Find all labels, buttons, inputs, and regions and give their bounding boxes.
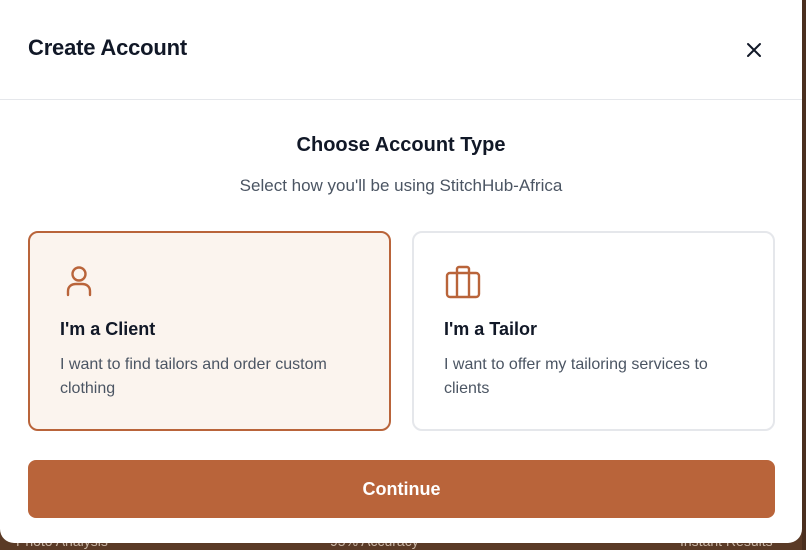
scrollbar-track xyxy=(802,0,806,550)
account-type-heading: Choose Account Type xyxy=(296,134,506,156)
client-option-card[interactable]: I'm a Client I want to find tailors and … xyxy=(28,231,391,431)
account-type-subheading: Select how you'll be using StitchHub-Afr… xyxy=(239,176,563,195)
continue-button[interactable]: Continue xyxy=(28,460,775,518)
briefcase-icon xyxy=(445,265,481,299)
user-icon xyxy=(66,266,92,297)
client-option-description: I want to find tailors and order custom … xyxy=(60,356,327,397)
close-button[interactable] xyxy=(740,36,768,64)
tailor-option-title: I'm a Tailor xyxy=(444,319,537,339)
modal-title: Create Account xyxy=(28,35,187,60)
tailor-option-card[interactable]: I'm a Tailor I want to offer my tailorin… xyxy=(412,231,775,431)
tailor-option-description: I want to offer my tailoring services to… xyxy=(444,356,708,397)
modal-header: Create Account xyxy=(0,0,802,100)
client-option-title: I'm a Client xyxy=(60,319,156,339)
close-icon xyxy=(747,43,761,57)
create-account-modal: Create Account Choose Account Type Selec… xyxy=(0,0,802,543)
